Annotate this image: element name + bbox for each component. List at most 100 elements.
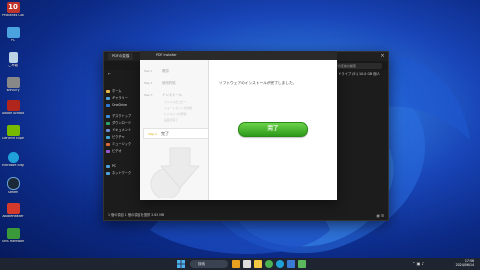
finish-button[interactable]: 完了 [238,122,308,137]
download-icon [106,122,110,125]
widgets-icon[interactable] [232,260,240,268]
desktop-icon-label: PMBlanks Collection [2,14,24,17]
desktop-icon[interactable]: 10 PMBlanks Collection [2,2,24,18]
sidebar-item-pc[interactable]: PC [104,163,142,170]
explorer-sidebar: ホーム ギャラリー OneDrive デスクトップ ダウンロード ドキュメント … [104,88,142,208]
recycle-bin-icon [8,52,18,63]
desktop-icon[interactable]: SMS Hardware [2,228,24,244]
installer-step-2: Step 2 使用許諾 [144,80,176,85]
desktop-icon[interactable]: AdobeReader [2,203,24,219]
explorer-path: ドライブ (E:) 10.0 GB 個人 [338,72,380,76]
onedrive-icon [106,104,110,107]
step-label: 完了 [161,131,169,136]
app-icon [6,77,20,88]
installer-titlebar: PDF Installer [140,51,337,60]
sidebar-item-label: ビデオ [112,149,122,153]
sidebar-item-network[interactable]: ネットワーク [104,170,142,177]
installer-step-1: Step 1 確認 [144,68,169,73]
task-view-icon[interactable] [243,260,251,268]
desktop-folder-icon [106,115,110,118]
close-icon[interactable]: × [379,53,386,60]
installer-substep: 設定の完了 [164,118,178,122]
sidebar-item-documents[interactable]: ドキュメント [104,127,142,134]
desktop-icon[interactable]: Adobe Acrobat 7.0 Professional [2,100,24,116]
installer-step-panel: Step 1 確認 Step 2 使用許諾 Step 3 インストール ファイルのコピ… [140,60,209,200]
back-arrow-icon[interactable]: ← [108,71,111,76]
sidebar-item-label: ネットワーク [112,171,132,175]
desktop-icon-label: Steam [7,191,19,194]
sidebar-item-videos[interactable]: ビデオ [104,148,142,155]
desktop-icon[interactable]: ごみ箱 [2,52,24,68]
desktop-icon-label: Microsoft Edge [2,164,24,167]
app-red-icon: 10 [6,2,20,13]
acrobat-icon [6,100,20,111]
sidebar-item-label: OneDrive [112,103,127,107]
network-icon [106,172,110,175]
edge-icon[interactable] [276,260,284,268]
app-green-icon [6,228,20,239]
gallery-icon [106,97,110,100]
picture-icon [106,136,110,139]
step-number: Step 2 [144,82,153,85]
sidebar-item-label: ダウンロード [112,121,132,125]
step-label: インストール [162,93,183,97]
sidebar-item-home[interactable]: ホーム [104,88,142,95]
desktop-icon-label: PC [10,39,16,42]
store-icon[interactable] [287,260,295,268]
home-icon [106,90,110,93]
system-tray[interactable]: ⌃ ▣ ♪ [412,261,424,266]
installer-step-4-current: Step 4 完了 [143,128,208,139]
sidebar-item-onedrive[interactable]: OneDrive [104,102,142,109]
pc-icon [106,165,110,168]
desktop-icon[interactable]: Microsoft Edge [2,152,24,168]
video-icon [106,150,110,153]
edge-icon [7,152,19,163]
installer-app-icon[interactable] [298,260,306,268]
step-number: Step 3 [144,94,153,97]
installer-substep: ファイルのコピー [164,100,187,104]
steam-icon [6,177,20,190]
installer-substep: レジストリの登録 [164,112,187,116]
desktop-icon-label: SMS Hardware [2,240,24,243]
taskbar-search[interactable]: 検索 [190,260,228,268]
monitor-icon [6,27,20,38]
desktop-icon-label: ごみ箱 [8,64,18,67]
sidebar-item-gallery[interactable]: ギャラリー [104,95,142,102]
desktop-icon-label: Adobe Acrobat 7.0 Professional [2,112,24,115]
install-complete-message: ソフトウェアのインストールが完了しました。 [219,81,297,85]
step-number: Step 1 [144,70,153,73]
sidebar-item-label: ホーム [112,89,122,93]
explorer-tab[interactable]: PDFの変換 [108,53,134,60]
desktop-icon[interactable]: WinScry [2,77,24,93]
desktop-icon-label: GeForce Experience [2,137,24,140]
step-label: 使用許諾 [162,81,176,85]
desktop-icon[interactable]: GeForce Experience [2,125,24,141]
sidebar-item-label: PC [112,164,117,168]
installer-step-3: Step 3 インストール [144,92,182,97]
install-arrow-graphic [150,147,200,198]
installer-dialog[interactable]: PDF Installer Step 1 確認 Step 2 使用許諾 Step 3… [140,51,337,200]
sidebar-item-label: ピクチャ [112,135,125,139]
clock-date: 2024/06/14 [455,263,474,267]
sidebar-item-music[interactable]: ミュージック [104,141,142,148]
desktop-icon[interactable]: PC [2,27,24,43]
desktop-icon[interactable]: Steam [2,177,24,195]
sidebar-item-desktop[interactable]: デスクトップ [104,113,142,120]
sidebar-item-label: デスクトップ [112,114,132,118]
sidebar-item-pictures[interactable]: ピクチャ [104,134,142,141]
file-explorer-icon[interactable] [254,260,262,268]
sidebar-item-label: ギャラリー [112,96,128,100]
windows-start-icon[interactable] [177,260,185,268]
adobe-reader-icon [6,203,20,214]
explorer-status-bar: 1 個の項目 1 個の項目を選択 3.62 MB [108,213,165,217]
chrome-icon[interactable] [265,260,273,268]
taskbar: 検索 ⌃ ▣ ♪ 17:56 2024/06/14 [0,258,480,270]
music-icon [106,143,110,146]
sidebar-item-label: ドキュメント [112,128,132,132]
sidebar-item-downloads[interactable]: ダウンロード [104,120,142,127]
nvidia-icon [6,125,20,136]
clock[interactable]: 17:56 2024/06/14 [440,259,474,267]
view-toggle-icon[interactable]: ▦ ☰ [376,214,384,218]
sidebar-item-label: ミュージック [112,142,132,146]
